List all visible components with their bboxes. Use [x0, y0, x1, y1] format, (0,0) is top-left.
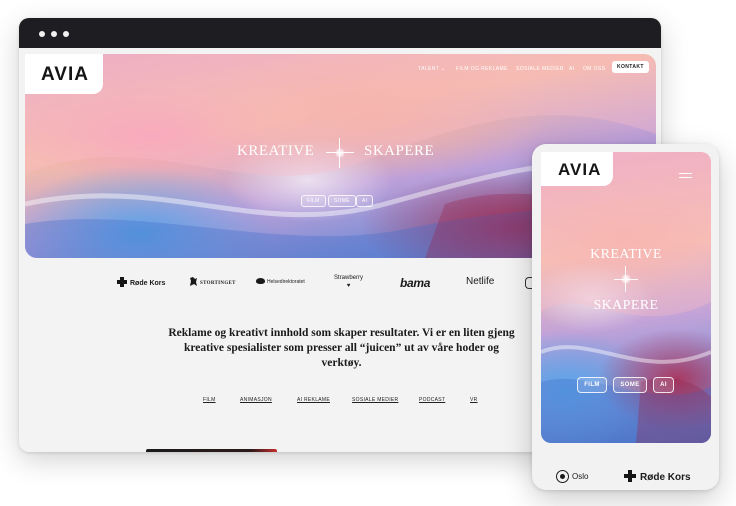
- intro-text: Reklame og kreativt innhold som skaper r…: [168, 327, 515, 369]
- mobile-client-rode-kors-label: Røde Kors: [640, 472, 691, 483]
- heart-icon: ♥: [346, 283, 351, 289]
- category-link-sosiale-medier[interactable]: SOSIALE MEDIER: [352, 397, 398, 403]
- client-stortinget: STORTINGET: [189, 276, 236, 287]
- mobile-film-button[interactable]: FILM: [577, 377, 607, 393]
- window-dot-icon: [51, 31, 57, 37]
- mobile-sparkle-icon: [621, 274, 631, 284]
- mobile-avia-logo[interactable]: AVIA: [558, 160, 601, 180]
- red-cross-icon: [624, 470, 636, 482]
- client-bama: bama: [400, 276, 431, 290]
- red-cross-icon: [117, 277, 127, 287]
- mobile-hero-title-bottom: SKAPERE: [593, 298, 659, 313]
- nav-sosiale-medier[interactable]: SOSIALE MEDIER: [516, 63, 564, 75]
- mobile-client-rode-kors: Røde Kors: [624, 470, 691, 483]
- client-rode-kors: Røde Kors: [117, 277, 165, 287]
- hamburger-menu-icon[interactable]: [679, 173, 692, 178]
- hero-title-left: KREATIVE: [237, 143, 315, 159]
- sparkle-rays-icon: [326, 138, 354, 168]
- video-thumbnail[interactable]: [146, 449, 277, 452]
- oslo-seal-icon: [556, 470, 569, 483]
- avia-logo[interactable]: AVIA: [41, 64, 89, 86]
- mobile-ai-button[interactable]: AI: [653, 377, 674, 393]
- client-strawberry: Strawberry ♥: [334, 274, 363, 290]
- mobile-client-oslo: Oslo: [556, 470, 588, 483]
- category-link-podcast[interactable]: PODCAST: [419, 397, 445, 403]
- window-dot-icon: [39, 31, 45, 37]
- hero-film-button[interactable]: FILM: [301, 195, 326, 207]
- browser-titlebar: [19, 18, 661, 48]
- mobile-client-oslo-label: Oslo: [572, 472, 589, 481]
- client-strawberry-label: Strawberry: [334, 275, 364, 281]
- client-stortinget-label: STORTINGET: [200, 281, 236, 286]
- client-netlife: Netlife: [466, 276, 495, 287]
- hero-ai-button[interactable]: AI: [356, 195, 374, 207]
- mobile-hero-title-top: KREATIVE: [590, 247, 662, 262]
- window-dot-icon: [63, 31, 69, 37]
- category-link-vr[interactable]: VR: [470, 397, 478, 403]
- mobile-phone-mockup: AVIA KREATIVE SKAPERE FILM SOME AI Oslo …: [532, 144, 719, 490]
- hero-some-button[interactable]: SOME: [328, 195, 356, 207]
- kontakt-button[interactable]: KONTAKT: [612, 61, 649, 73]
- mobile-some-button[interactable]: SOME: [613, 377, 647, 393]
- category-link-animasjon[interactable]: ANIMASJON: [240, 397, 272, 403]
- category-link-film[interactable]: FILM: [203, 397, 216, 403]
- nav-ai[interactable]: AI: [569, 63, 575, 75]
- hero-title-right: SKAPERE: [364, 143, 435, 159]
- nav-om-oss[interactable]: OM OSS: [583, 63, 605, 75]
- nav-talent[interactable]: TALENT ⌄: [418, 63, 446, 75]
- category-link-ai-reklame[interactable]: AI REKLAME: [297, 397, 330, 403]
- lion-crest-icon: [190, 277, 197, 286]
- client-helsedirektoratet: Helsedirektoratet: [256, 278, 305, 285]
- client-rode-kors-label: Røde Kors: [130, 280, 166, 287]
- client-helse-label: Helsedirektoratet: [267, 279, 305, 285]
- nav-film-og-reklame[interactable]: FILM OG REKLAME: [456, 63, 508, 75]
- helse-logo-icon: [256, 278, 265, 284]
